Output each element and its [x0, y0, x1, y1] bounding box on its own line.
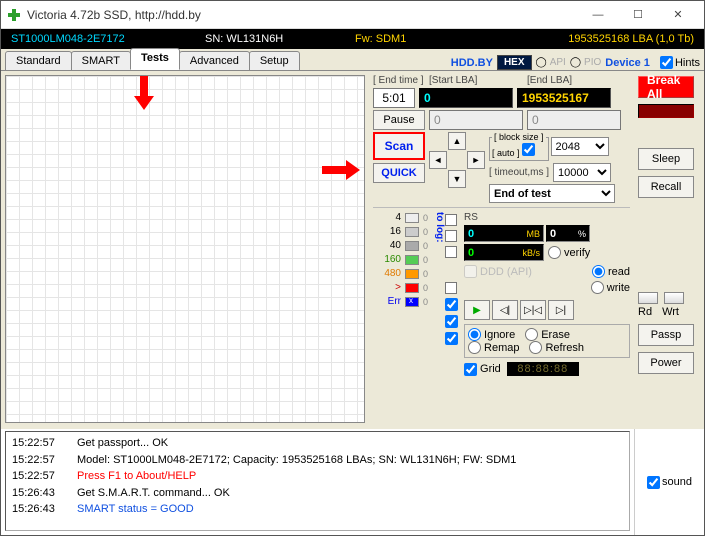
wrt-label: Wrt	[662, 306, 679, 318]
power-button[interactable]: Power	[638, 352, 694, 374]
action-group: Ignore Erase Remap Refresh	[464, 324, 630, 358]
cur-a-field	[429, 110, 523, 130]
hex-button[interactable]: HEX	[497, 55, 532, 70]
api-radio[interactable]: ◯ API	[536, 57, 566, 68]
cur-b-field	[527, 110, 621, 130]
sidebar: Break All Sleep Recall Rd Wrt Passp Powe…	[634, 71, 704, 429]
tab-advanced[interactable]: Advanced	[179, 51, 250, 70]
end-lba-label: [End LBA]	[527, 75, 572, 86]
quick-button[interactable]: QUICK	[373, 163, 425, 183]
rs-label: RS	[464, 212, 478, 223]
footer: 15:22:57Get passport... OK15:22:57Model:…	[1, 429, 704, 535]
grid-checkbox[interactable]: Grid	[464, 363, 501, 376]
scan-button[interactable]: Scan	[373, 132, 425, 160]
step-back-button[interactable]: ◁|	[492, 300, 518, 320]
erase-radio[interactable]: Erase	[525, 328, 570, 341]
wrt-indicator	[664, 292, 684, 304]
tab-standard[interactable]: Standard	[5, 51, 72, 70]
app-icon	[7, 8, 21, 22]
to-log-label: to log:	[434, 212, 445, 376]
nav-down-button[interactable]: ▼	[448, 170, 466, 188]
kbs-readout: 0kB/s	[464, 244, 544, 261]
surface-map	[5, 75, 365, 423]
rd-indicator	[638, 292, 658, 304]
rd-label: Rd	[638, 306, 652, 318]
log-area[interactable]: 15:22:57Get passport... OK15:22:57Model:…	[5, 431, 630, 531]
end-time-label: [ End time ]	[373, 75, 425, 86]
start-lba-label: [Start LBA]	[429, 75, 523, 86]
play-controls: ▶ ◁| ▷|◁ ▷|	[464, 300, 630, 320]
ddd-check[interactable]: DDD (API)	[464, 265, 532, 278]
pause-button[interactable]: Pause	[373, 110, 425, 130]
block-size-group: [ block size ] [ auto ]	[489, 132, 549, 161]
tab-bar: Standard SMART Tests Advanced Setup HDD.…	[1, 49, 704, 71]
tab-setup[interactable]: Setup	[249, 51, 300, 70]
end-lba-field[interactable]	[517, 88, 611, 108]
step-fwd-button[interactable]: ▷|	[548, 300, 574, 320]
tab-tests[interactable]: Tests	[130, 48, 180, 70]
log-row: 15:26:43Get S.M.A.R.T. command... OK	[12, 485, 623, 502]
log-check-4[interactable]	[445, 282, 457, 294]
log-check-3[interactable]	[445, 246, 457, 258]
log-check-1[interactable]	[445, 214, 457, 226]
log-check-5[interactable]	[445, 298, 458, 311]
verify-radio[interactable]: verify	[548, 246, 590, 259]
drive-sn: SN: WL131N6H	[205, 33, 355, 45]
ignore-radio[interactable]: Ignore	[468, 328, 515, 341]
block-size-select[interactable]: 2048	[551, 137, 609, 156]
end-action-select[interactable]: End of test	[489, 184, 615, 203]
timeout-label: [ timeout,ms ]	[489, 167, 551, 178]
timing-legend: 40 160 400 1600 4800 >0 Errx0	[373, 212, 428, 376]
start-lba-field[interactable]	[419, 88, 513, 108]
recall-button[interactable]: Recall	[638, 176, 694, 198]
play-button[interactable]: ▶	[464, 300, 490, 320]
nav-left-button[interactable]: ◄	[429, 151, 447, 169]
drive-lba: 1953525168 LBA (1,0 Tb)	[495, 33, 700, 45]
refresh-radio[interactable]: Refresh	[529, 341, 584, 354]
log-row: 15:22:57Model: ST1000LM048-2E7172; Capac…	[12, 452, 623, 469]
log-row: 15:26:43SMART status = GOOD	[12, 501, 623, 518]
skip-button[interactable]: ▷|◁	[520, 300, 546, 320]
log-check-6[interactable]	[445, 315, 458, 328]
device-select[interactable]: Device 1	[605, 57, 650, 69]
window-title: Victoria 4.72b SSD, http://hdd.by	[27, 8, 578, 22]
drive-model: ST1000LM048-2E7172	[5, 33, 205, 45]
end-time-field[interactable]	[373, 88, 415, 108]
hddby-link[interactable]: HDD.BY	[451, 57, 493, 69]
timer-display: 88:88:88	[507, 362, 579, 376]
sleep-button[interactable]: Sleep	[638, 148, 694, 170]
auto-checkbox[interactable]	[522, 143, 535, 156]
log-row: 15:22:57Press F1 to About/HELP	[12, 468, 623, 485]
minimize-button[interactable]: —	[578, 2, 618, 28]
status-bar: ST1000LM048-2E7172 SN: WL131N6H Fw: SDM1…	[1, 29, 704, 49]
log-check-7[interactable]	[445, 332, 458, 345]
pct-readout: 0%	[546, 225, 590, 242]
break-all-button[interactable]: Break All	[638, 76, 694, 98]
tab-smart[interactable]: SMART	[71, 51, 131, 70]
controls-panel: [ End time ] [Start LBA] [End LBA] Pause…	[369, 71, 634, 429]
nav-diamond: ▲ ▼ ◄ ►	[429, 132, 485, 188]
log-check-2[interactable]	[445, 230, 457, 242]
nav-right-button[interactable]: ►	[467, 151, 485, 169]
close-button[interactable]: ✕	[658, 2, 698, 28]
write-radio[interactable]: write	[591, 281, 630, 294]
nav-up-button[interactable]: ▲	[448, 132, 466, 150]
read-radio[interactable]: read	[592, 265, 630, 278]
progress-indicator	[638, 104, 694, 118]
timeout-select[interactable]: 10000	[553, 163, 611, 182]
log-row: 15:22:57Get passport... OK	[12, 435, 623, 452]
titlebar: Victoria 4.72b SSD, http://hdd.by — ☐ ✕	[1, 1, 704, 29]
remap-radio[interactable]: Remap	[468, 341, 519, 354]
maximize-button[interactable]: ☐	[618, 2, 658, 28]
sound-checkbox[interactable]: sound	[634, 429, 704, 535]
passp-button[interactable]: Passp	[638, 324, 694, 346]
hints-checkbox[interactable]: Hints	[660, 56, 700, 69]
drive-fw: Fw: SDM1	[355, 33, 495, 45]
pio-radio[interactable]: ◯ PIO	[570, 57, 601, 68]
mb-readout: 0MB	[464, 225, 544, 242]
main-area: [ End time ] [Start LBA] [End LBA] Pause…	[1, 71, 704, 429]
